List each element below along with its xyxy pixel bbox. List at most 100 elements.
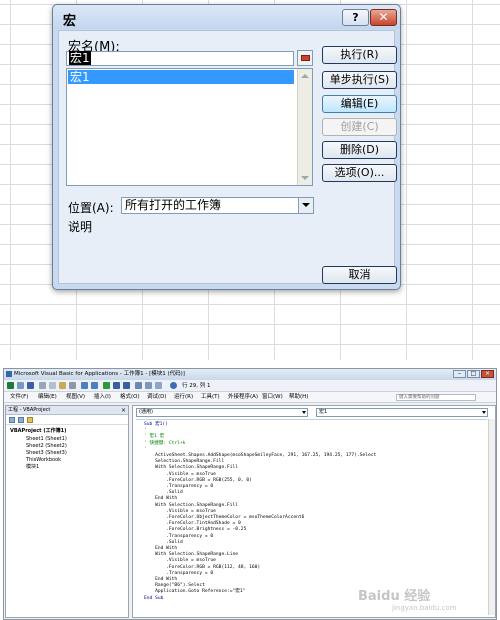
code-line: .Transparency = 0: [144, 533, 214, 539]
copy-icon[interactable]: [49, 382, 56, 389]
project-pane-title: 工程 - VBAProject: [8, 407, 51, 413]
view-object-icon[interactable]: [18, 417, 24, 423]
design-mode-icon[interactable]: [135, 382, 142, 389]
dialog-body: 宏名(M): 宏1 宏1 执行(R) 单步执行(S) 编辑(E) 创建(C) 删…: [58, 30, 397, 284]
window-controls: – □ ×: [452, 370, 494, 379]
watermark-url: jingyan.baidu.com: [392, 604, 457, 612]
menu-run[interactable]: 运行(R): [174, 392, 193, 403]
cancel-button[interactable]: 取消: [322, 266, 397, 284]
cut-icon[interactable]: [39, 382, 46, 389]
options-button[interactable]: 选项(O)...: [322, 164, 397, 182]
minimize-icon[interactable]: –: [453, 370, 466, 378]
save-icon[interactable]: [27, 382, 34, 389]
cursor-position: 行 29, 列 1: [182, 383, 211, 389]
code-line: .Visible = msoTrue: [144, 508, 216, 514]
insert-module-icon[interactable]: [17, 382, 24, 389]
create-button[interactable]: 创建(C): [322, 118, 397, 136]
code-scrollbar[interactable]: [488, 419, 495, 615]
undo-icon[interactable]: [81, 382, 88, 389]
tree-item-sheet1[interactable]: Sheet1 (Sheet1): [26, 436, 67, 443]
menu-tools[interactable]: 工具(T): [201, 392, 220, 403]
paste-icon[interactable]: [59, 382, 66, 389]
scroll-up-icon[interactable]: [301, 74, 309, 78]
pause-icon[interactable]: [113, 382, 120, 389]
redo-icon[interactable]: [91, 382, 98, 389]
edit-button[interactable]: 编辑(E): [322, 95, 397, 113]
procedure-combobox[interactable]: 宏1: [316, 408, 488, 417]
project-pane-header: 工程 - VBAProject ×: [6, 406, 128, 415]
maximize-icon[interactable]: □: [467, 370, 480, 378]
menu-file[interactable]: 文件(F): [10, 392, 28, 403]
collapse-dialog-icon[interactable]: [297, 50, 313, 66]
vba-window-title: Microsoft Visual Basic for Applications …: [14, 371, 185, 377]
macro-name-value: 宏1: [69, 51, 91, 65]
stop-icon[interactable]: [123, 382, 130, 389]
tree-item-sheet2[interactable]: Sheet2 (Sheet2): [26, 443, 67, 450]
code-line: ': [144, 446, 147, 452]
combo-arrow-icon[interactable]: [302, 411, 306, 414]
description-label: 说明: [68, 220, 93, 234]
delete-button[interactable]: 删除(D): [322, 141, 397, 159]
excel-view-icon[interactable]: [7, 382, 14, 389]
code-line: .ForeColor.RGB = RGB(255, 0, 0): [144, 477, 252, 483]
code-line: Sub 宏1(): [144, 422, 168, 427]
project-explorer-pane: 工程 - VBAProject × VBAProject (工作簿1) Shee…: [5, 405, 129, 618]
code-line: .Transparency = 0: [144, 570, 214, 576]
run-button[interactable]: 执行(R): [322, 46, 397, 64]
find-icon[interactable]: [69, 382, 76, 389]
code-line: .Visible = msoTrue: [144, 558, 216, 564]
baidu-watermark: Baidu 经验: [358, 589, 431, 604]
code-line: Application.Goto Reference:="宏1": [144, 589, 246, 595]
macro-list-scrollbar[interactable]: [297, 69, 312, 185]
vba-menubar: 文件(F) 编辑(E) 视图(V) 插入(I) 格式(O) 调试(D) 运行(R…: [4, 392, 496, 403]
window-close-icon[interactable]: ×: [481, 370, 494, 378]
tree-item-thisworkbook[interactable]: ThisWorkbook: [26, 457, 61, 464]
tree-item-sheet3[interactable]: Sheet3 (Sheet3): [26, 450, 67, 457]
pane-close-icon[interactable]: ×: [121, 406, 126, 415]
location-dropdown[interactable]: 所有打开的工作簿: [121, 197, 314, 214]
close-button[interactable]: ✕: [370, 9, 397, 26]
toggle-folders-icon[interactable]: [27, 417, 33, 423]
combo-arrow-icon[interactable]: [482, 411, 486, 414]
tree-item-module1[interactable]: 模块1: [26, 464, 39, 471]
menu-addins[interactable]: 外接程序(A): [228, 392, 258, 403]
location-label: 位置(A):: [68, 201, 114, 215]
macro-dialog: 宏 ? ✕ 宏名(M): 宏1 宏1 执行(R) 单步执行(S) 编辑(E) 创…: [52, 4, 401, 290]
help-icon[interactable]: [170, 382, 177, 389]
dialog-titlebar: 宏 ? ✕: [53, 5, 400, 29]
code-line: ' 快捷键: Ctrl+k: [144, 440, 186, 446]
menu-edit[interactable]: 编辑(E): [38, 392, 57, 403]
menu-window[interactable]: 窗口(W): [262, 392, 283, 403]
menu-format[interactable]: 格式(O): [120, 392, 140, 403]
view-code-icon[interactable]: [9, 417, 15, 423]
run-icon[interactable]: [103, 382, 110, 389]
macro-list-item[interactable]: 宏1: [68, 70, 294, 84]
code-line: With Selection.ShapeRange.Fill: [144, 465, 239, 471]
dropdown-arrow-icon[interactable]: [298, 198, 313, 213]
code-line: End Sub: [144, 595, 164, 601]
location-value: 所有打开的工作簿: [125, 198, 222, 212]
code-editor[interactable]: Sub 宏1() ' ' 宏1 宏 ' 快捷键: Ctrl+k ' ActiveShee…: [136, 419, 487, 615]
help-search-input[interactable]: 键入需要帮助的问题: [396, 394, 476, 401]
scroll-down-icon[interactable]: [301, 176, 309, 180]
tree-item-project[interactable]: VBAProject (工作簿1): [10, 428, 66, 435]
project-explorer-icon[interactable]: [145, 382, 152, 389]
vba-editor-window: Microsoft Visual Basic for Applications …: [3, 368, 497, 620]
vba-toolbar: 行 29, 列 1: [4, 380, 496, 392]
code-line: .Visible = msoTrue: [144, 471, 216, 477]
macro-name-input[interactable]: 宏1: [66, 51, 294, 66]
menu-help[interactable]: 帮助(H): [289, 392, 308, 403]
dialog-title: 宏: [63, 14, 77, 29]
menu-debug[interactable]: 调试(D): [147, 392, 167, 403]
code-line: With Selection.ShapeRange.Fill: [144, 502, 239, 508]
code-line: ' 宏1 宏: [144, 434, 165, 440]
object-combobox[interactable]: (通用): [136, 408, 308, 417]
procedure-combo-value: 宏1: [319, 409, 328, 415]
menu-insert[interactable]: 插入(I): [94, 392, 111, 403]
help-button[interactable]: ?: [342, 9, 369, 26]
properties-icon[interactable]: [155, 382, 162, 389]
macro-list[interactable]: 宏1: [66, 68, 313, 186]
code-line: End With: [144, 496, 178, 502]
step-into-button[interactable]: 单步执行(S): [322, 71, 397, 89]
menu-view[interactable]: 视图(V): [66, 392, 85, 403]
